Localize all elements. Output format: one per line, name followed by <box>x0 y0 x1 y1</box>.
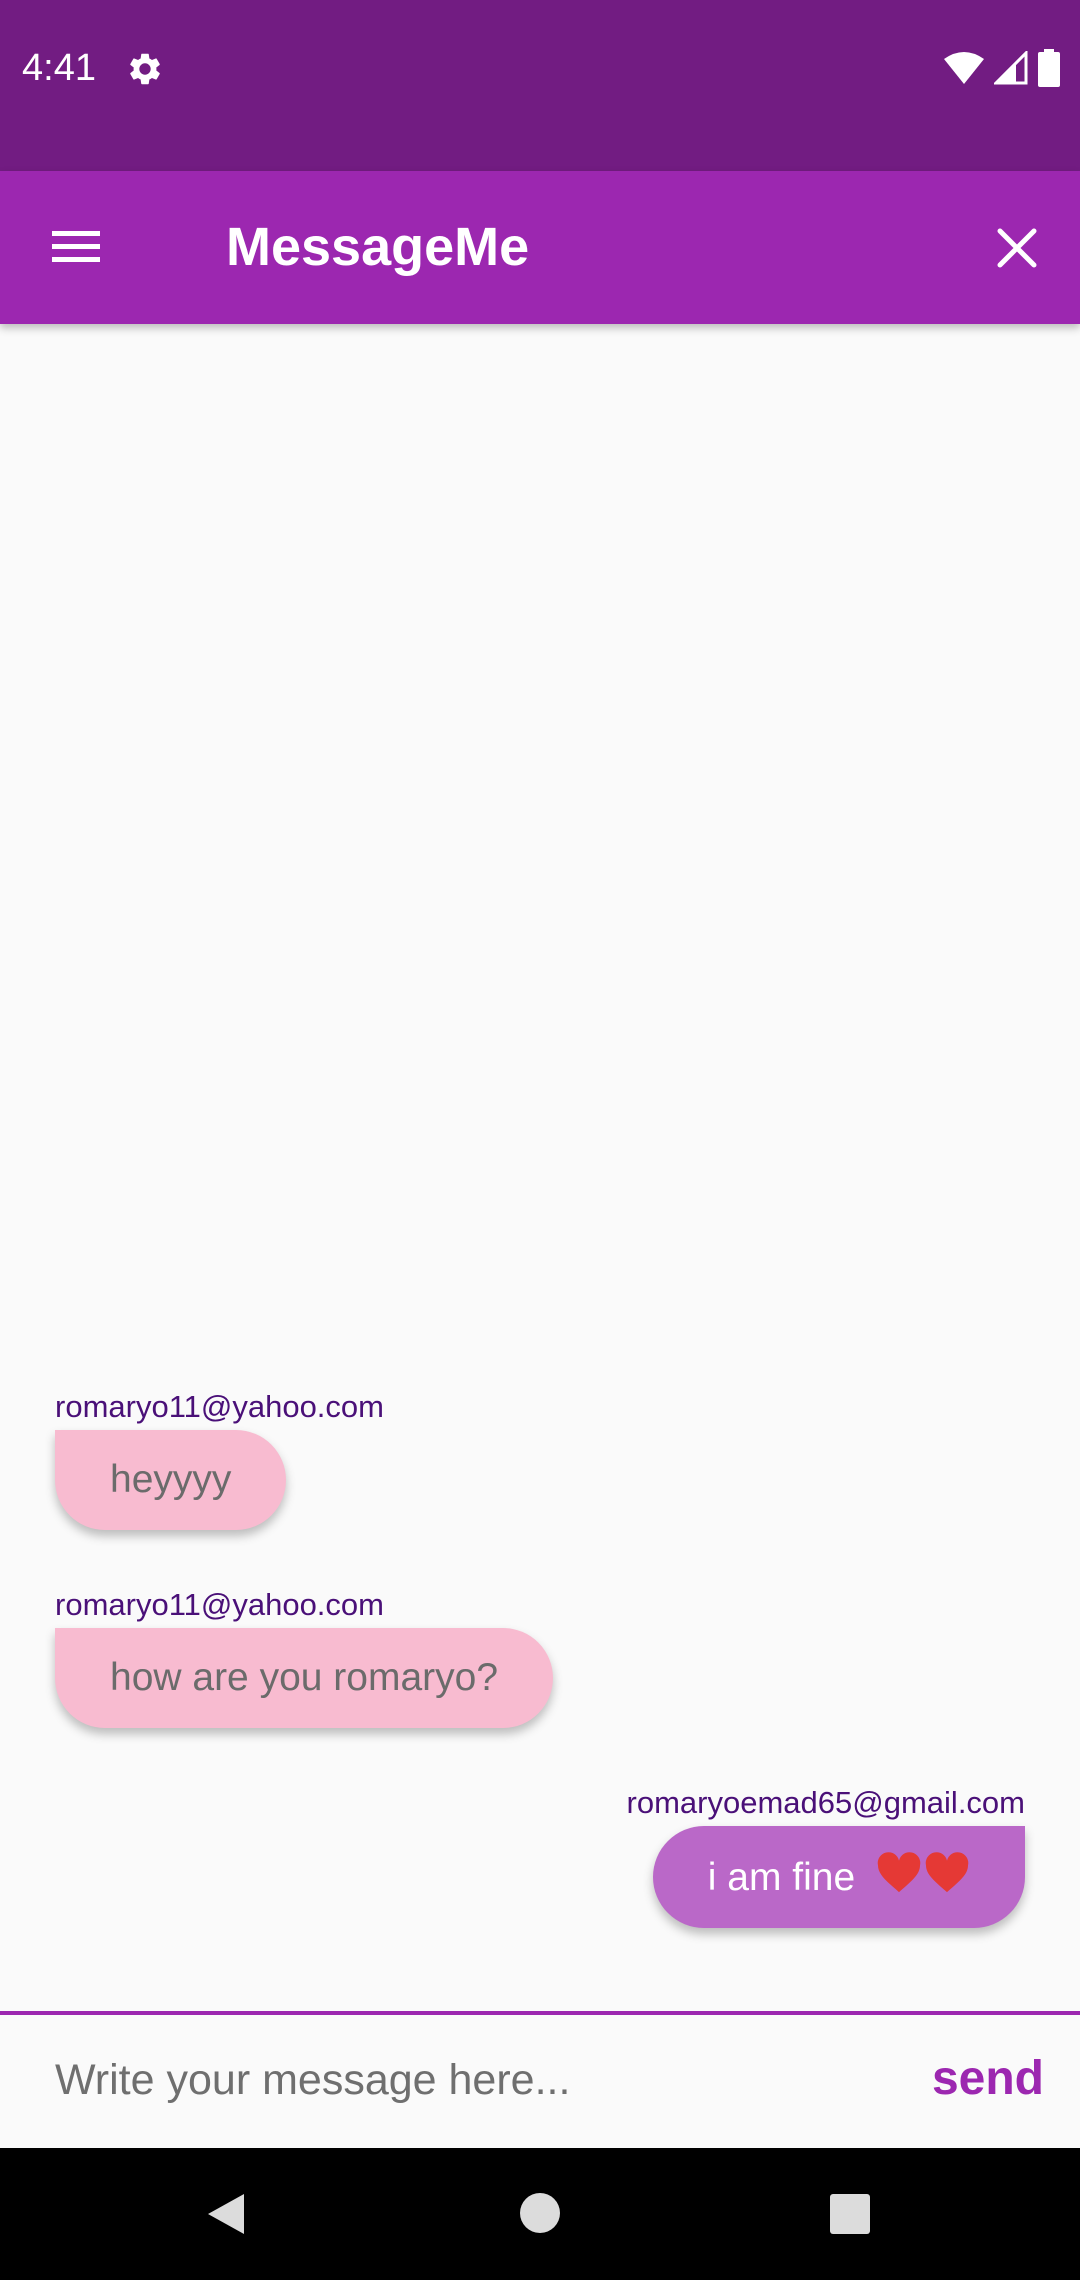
settings-gear-icon <box>130 53 160 85</box>
menu-icon[interactable] <box>48 227 104 267</box>
recents-icon[interactable] <box>829 2193 871 2235</box>
message-input[interactable] <box>55 2045 875 2115</box>
send-button[interactable]: send <box>932 2051 1044 2107</box>
message-sender: romaryo11@yahoo.com <box>55 1389 384 1424</box>
home-icon[interactable] <box>519 2192 561 2234</box>
message-bubble: i am fine <box>652 1826 1025 1928</box>
message-bubble: heyyyy <box>55 1430 287 1530</box>
message-sender: romaryo11@yahoo.com <box>55 1587 384 1622</box>
battery-icon <box>1038 49 1060 87</box>
back-icon[interactable] <box>204 2190 248 2238</box>
status-time: 4:41 <box>22 47 96 89</box>
message-composer: send <box>0 2011 1080 2152</box>
message-bubble: how are you romaryo? <box>55 1628 554 1728</box>
heart-emoji-icon <box>876 1852 970 1894</box>
message-item: romaryoemad65@gmail.com i am fine <box>627 1784 1025 1928</box>
message-list[interactable]: romaryo11@yahoo.com heyyyy romaryo11@yah… <box>0 324 1080 2011</box>
message-sender: romaryoemad65@gmail.com <box>626 1785 1025 1820</box>
message-text: heyyyy <box>110 1458 232 1501</box>
app-bar: MessageMe <box>0 171 1080 324</box>
status-bar: 4:41 <box>0 0 1080 171</box>
close-icon[interactable] <box>992 223 1042 273</box>
message-item: romaryo11@yahoo.com how are you romaryo? <box>55 1586 554 1728</box>
wifi-icon <box>944 52 984 84</box>
message-text: i am fine <box>707 1856 856 1899</box>
system-nav-bar <box>0 2148 1080 2280</box>
status-icons <box>944 48 1060 88</box>
message-text: how are you romaryo? <box>110 1656 499 1699</box>
message-item: romaryo11@yahoo.com heyyyy <box>55 1388 384 1530</box>
cell-signal-icon <box>994 51 1028 85</box>
app-title: MessageMe <box>226 217 530 277</box>
